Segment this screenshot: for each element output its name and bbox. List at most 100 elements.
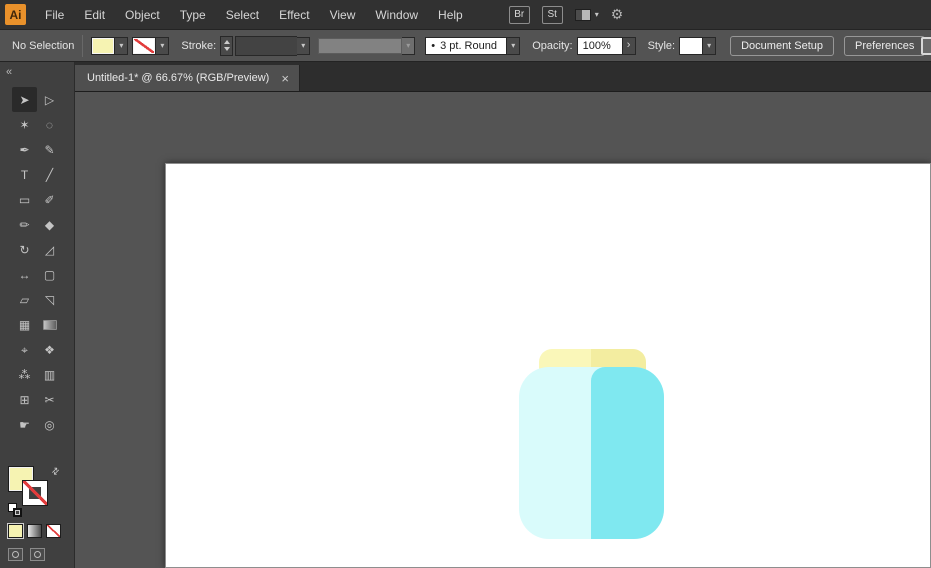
menu-item[interactable]: Window xyxy=(365,0,428,30)
blend-tool[interactable]: ❖ xyxy=(37,337,62,362)
pen-tool[interactable]: ✒ xyxy=(12,137,37,162)
chevron-down-icon: ▾ xyxy=(594,9,599,19)
tool-icon: ▥ xyxy=(43,367,56,382)
workspace-icon-pane xyxy=(575,9,582,20)
menu-item[interactable]: Edit xyxy=(74,0,115,30)
style-label: Style: xyxy=(647,39,676,52)
stroke-weight-dropdown-button[interactable]: ▾ xyxy=(297,36,311,55)
menu-item[interactable]: File xyxy=(35,0,74,30)
zoom-tool[interactable]: ◎ xyxy=(37,412,62,437)
tool-icon: ➤ xyxy=(19,92,30,107)
opacity-value: 100% xyxy=(582,39,611,52)
draw-behind-button[interactable] xyxy=(30,548,45,561)
default-stroke-icon xyxy=(13,508,22,517)
fill-color-swatch[interactable] xyxy=(91,36,116,55)
none-button[interactable] xyxy=(46,524,61,538)
menu-item[interactable]: Effect xyxy=(269,0,319,30)
artboard-tool[interactable]: ⊞ xyxy=(12,387,37,412)
brush-dropdown-button[interactable]: ▾ xyxy=(507,36,521,55)
scale-tool[interactable]: ◿ xyxy=(37,237,62,262)
jar-body-shape[interactable] xyxy=(519,367,664,539)
document-setup-button[interactable]: Document Setup xyxy=(730,35,835,56)
eyedropper-tool[interactable]: ⌖ xyxy=(12,337,37,362)
menu: File Edit Object Type Select Effect View… xyxy=(35,0,473,30)
document-area: Untitled-1* @ 66.67% (RGB/Preview) × xyxy=(75,62,931,568)
stock-button[interactable]: St xyxy=(541,5,563,24)
tool-icon: ⁂ xyxy=(18,367,31,382)
chevron-down-icon: ▾ xyxy=(160,40,165,50)
direct-selection-tool[interactable]: ▷ xyxy=(37,87,62,112)
tool-icon: ◎ xyxy=(44,417,55,432)
stroke-weight-field[interactable] xyxy=(235,35,298,56)
shape-builder-tool[interactable]: ▱ xyxy=(12,287,37,312)
hand-tool[interactable]: ☛ xyxy=(12,412,37,437)
chevron-right-icon: › xyxy=(626,39,631,51)
magic-wand-tool[interactable]: ✶ xyxy=(12,112,37,137)
type-tool[interactable]: T xyxy=(12,162,37,187)
opacity-label: Opacity: xyxy=(532,39,573,52)
tool-icon: ✒ xyxy=(19,142,30,157)
swap-fill-stroke-icon[interactable]: ⇄ xyxy=(49,465,62,478)
menu-item[interactable]: Help xyxy=(428,0,473,30)
eraser-tool[interactable]: ◆ xyxy=(37,212,62,237)
line-segment-tool[interactable]: ╱ xyxy=(37,162,62,187)
menu-item[interactable]: Object xyxy=(115,0,170,30)
gradient-tool[interactable] xyxy=(37,312,62,337)
stroke-color-swatch[interactable] xyxy=(132,36,157,55)
rectangle-tool[interactable]: ▭ xyxy=(12,187,37,212)
draw-normal-button[interactable] xyxy=(8,548,23,561)
stepper-down-icon xyxy=(223,47,230,51)
gradient-button[interactable] xyxy=(27,524,42,538)
fill-color-control: ▾ xyxy=(91,36,129,55)
tool-icon: ╱ xyxy=(45,167,54,182)
mesh-tool[interactable]: ▦ xyxy=(12,312,37,337)
tool-icon: ◆ xyxy=(44,217,55,232)
main-area: « ➤ ▷ ✶ ◌ ✒ ✎ T ╱ ▭ ✐ ✏ ◆ ↻ ◿ ↔ ▢ ▱ ◹ ▦ … xyxy=(0,62,931,568)
column-graph-tool[interactable]: ▥ xyxy=(37,362,62,387)
stroke-indicator[interactable] xyxy=(22,480,48,506)
chevron-down-icon: ▾ xyxy=(406,40,411,50)
brush-value: 3 pt. Round xyxy=(440,39,497,52)
style-swatch[interactable] xyxy=(679,36,704,55)
width-tool[interactable]: ↔ xyxy=(12,262,37,287)
curvature-tool[interactable]: ✎ xyxy=(37,137,62,162)
brush-field[interactable]: • 3 pt. Round xyxy=(425,36,508,55)
workspace-switcher[interactable]: ▾ xyxy=(574,8,599,21)
tool-icon xyxy=(42,319,57,330)
brush-bullet-icon: • xyxy=(431,39,436,52)
lasso-tool[interactable]: ◌ xyxy=(37,112,62,137)
menu-item[interactable]: Type xyxy=(170,0,216,30)
style-dropdown-button[interactable]: ▾ xyxy=(703,36,717,55)
artboard[interactable] xyxy=(165,163,931,568)
color-button[interactable] xyxy=(8,524,23,538)
tool-icon: T xyxy=(20,167,29,182)
panel-toggle-icon[interactable] xyxy=(921,37,931,55)
illustrator-window: { "ui": { "caret": "▾", "none_color": "#… xyxy=(0,0,931,568)
shaper-tool[interactable]: ✏ xyxy=(12,212,37,237)
tool-icon: ☛ xyxy=(19,417,30,432)
tool-icon: ↔ xyxy=(18,267,31,282)
stroke-color-dropdown-button[interactable]: ▾ xyxy=(156,36,170,55)
canvas[interactable] xyxy=(75,92,931,568)
workspace-icon xyxy=(574,8,591,21)
symbol-sprayer-tool[interactable]: ⁂ xyxy=(12,362,37,387)
rotate-tool[interactable]: ↻ xyxy=(12,237,37,262)
paintbrush-tool[interactable]: ✐ xyxy=(37,187,62,212)
document-tab[interactable]: Untitled-1* @ 66.67% (RGB/Preview) × xyxy=(75,65,300,91)
stroke-weight-stepper[interactable] xyxy=(220,35,234,56)
perspective-grid-tool[interactable]: ◹ xyxy=(37,287,62,312)
bridge-button[interactable]: Br xyxy=(508,5,530,24)
collapse-panel-button[interactable]: « xyxy=(0,62,74,78)
selection-tool[interactable]: ➤ xyxy=(12,87,37,112)
menu-item[interactable]: View xyxy=(320,0,366,30)
fill-color-dropdown-button[interactable]: ▾ xyxy=(115,36,129,55)
preferences-button[interactable]: Preferences xyxy=(844,35,926,56)
menu-item[interactable]: Select xyxy=(216,0,269,30)
opacity-more-button[interactable]: › xyxy=(622,36,636,55)
close-icon[interactable]: × xyxy=(281,72,289,85)
stroke-label: Stroke: xyxy=(181,39,217,52)
slice-tool[interactable]: ✂ xyxy=(37,387,62,412)
free-transform-tool[interactable]: ▢ xyxy=(37,262,62,287)
gear-icon[interactable]: ⚙ xyxy=(611,6,624,23)
opacity-input[interactable]: 100% xyxy=(576,36,623,55)
